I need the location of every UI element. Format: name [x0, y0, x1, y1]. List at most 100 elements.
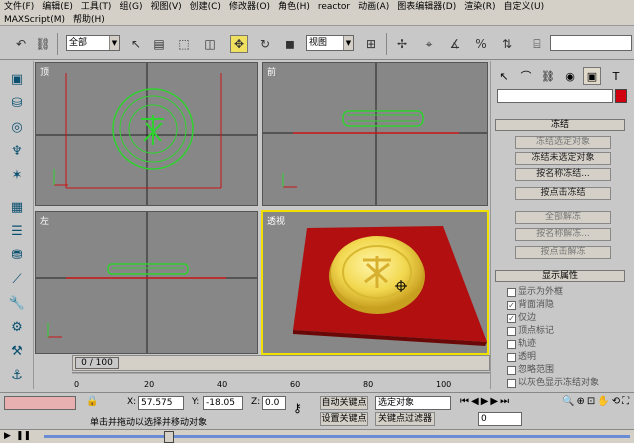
named-selection-field[interactable] — [550, 35, 632, 51]
rotate-icon[interactable]: ↻ — [256, 35, 274, 53]
wrench-icon[interactable]: 🔧 — [7, 293, 27, 313]
auto-key-button[interactable]: 自动关键点 — [320, 396, 368, 410]
pan-icon[interactable]: ✋ — [597, 396, 609, 426]
move-icon[interactable]: ✥ — [230, 35, 248, 53]
unfreeze-by-hit-button[interactable]: 按点击解冻 — [515, 246, 611, 259]
ignore-extents-check[interactable]: 忽略范围 — [507, 365, 554, 376]
play-small-icon[interactable]: ▶ — [4, 431, 11, 441]
menu-customize[interactable]: 自定义(U) — [502, 1, 551, 13]
unfreeze-all-button[interactable]: 全部解冻 — [515, 211, 611, 224]
zoom-icon[interactable]: 🔍 — [562, 396, 574, 426]
menu-rendering[interactable]: 渲染(R) — [462, 1, 501, 13]
display-tab-icon[interactable]: ▣ — [583, 67, 601, 85]
menu-edit[interactable]: 编辑(E) — [40, 1, 79, 13]
viewport-perspective[interactable]: 透视 — [261, 210, 489, 355]
maximize-viewport-icon[interactable]: ⛶ — [622, 396, 629, 426]
next-frame-icon[interactable]: ▶ — [490, 396, 498, 410]
viewport-left[interactable]: 左 — [35, 211, 258, 354]
select-manipulate-icon[interactable]: ✢ — [393, 35, 411, 53]
maxscript-listener-field[interactable] — [4, 396, 76, 410]
menu-modifiers[interactable]: 修改器(O) — [227, 1, 276, 13]
play-icon[interactable]: ▶ — [481, 396, 489, 410]
material-icon[interactable]: ▦ — [7, 197, 27, 217]
display-properties-rollout[interactable]: 显示属性 — [495, 270, 625, 282]
menu-tools[interactable]: 工具(T) — [79, 1, 118, 13]
see-through-check[interactable]: 透明 — [507, 352, 536, 363]
select-arrow-icon[interactable]: ↖ — [127, 35, 145, 53]
time-slider[interactable]: 0 / 100 — [72, 355, 490, 371]
rect-selection-icon[interactable]: ⬚ — [175, 35, 193, 53]
cylinder-icon[interactable]: ⛁ — [7, 93, 27, 113]
reference-coord-dropdown[interactable]: 视图 ▼ — [306, 35, 354, 51]
vertex-ticks-check[interactable]: 顶点标记 — [507, 326, 554, 337]
named-selection-icon[interactable]: ⌸ — [528, 35, 546, 53]
hammer-icon[interactable]: ⚒ — [7, 341, 27, 361]
lock-icon[interactable]: 🔒 — [86, 396, 98, 407]
set-key-button[interactable]: 设置关键点 — [320, 412, 368, 426]
key-filters-button[interactable]: 关键点过滤器 — [375, 412, 435, 426]
unfreeze-by-name-button[interactable]: 按名称解冻... — [515, 228, 611, 241]
box-icon[interactable]: ▣ — [7, 69, 27, 89]
sphere-icon[interactable]: ◎ — [7, 117, 27, 137]
layer-icon[interactable]: ☰ — [7, 221, 27, 241]
menu-group[interactable]: 组(G) — [117, 1, 148, 13]
snap-icon[interactable]: ⌖ — [420, 35, 438, 53]
viewport-top[interactable]: 顶 — [35, 62, 258, 206]
menu-reactor[interactable]: reactor — [316, 1, 356, 13]
menu-graph-editors[interactable]: 图表编辑器(D) — [395, 1, 462, 13]
percent-snap-icon[interactable]: % — [472, 35, 490, 53]
current-frame-field[interactable]: 0 — [478, 412, 522, 426]
light-icon[interactable]: ♆ — [7, 141, 27, 161]
star-icon[interactable]: ✶ — [7, 165, 27, 185]
track-bar[interactable]: 0 20 40 60 80 100 — [72, 372, 490, 392]
progress-thumb[interactable] — [164, 431, 174, 443]
spinner-snap-icon[interactable]: ⇅ — [498, 35, 516, 53]
modify-tab-icon[interactable]: ⌒ — [517, 67, 535, 85]
angle-snap-icon[interactable]: ∡ — [446, 35, 464, 53]
progress-track[interactable] — [44, 435, 630, 438]
previous-frame-icon[interactable]: ◀ — [471, 396, 479, 410]
hierarchy-tab-icon[interactable]: ⛓ — [539, 67, 557, 85]
scale-icon[interactable]: ◼ — [281, 35, 299, 53]
coord-x-field[interactable]: 57.575 — [138, 396, 184, 410]
orbit-icon[interactable]: ⟲ — [612, 396, 620, 426]
freeze-by-name-button[interactable]: 按名称冻结... — [515, 168, 611, 181]
go-to-end-icon[interactable]: ⏭ — [500, 396, 509, 410]
utilities-tab-icon[interactable]: T — [607, 67, 625, 85]
display-as-box-check[interactable]: 显示为外框 — [507, 287, 563, 298]
show-frozen-gray-check[interactable]: 以灰色显示冻结对象 — [507, 378, 599, 389]
create-tab-icon[interactable]: ↖ — [495, 67, 513, 85]
backface-cull-check[interactable]: ✓ 背面消隐 — [507, 300, 554, 311]
motion-tab-icon[interactable]: ◉ — [561, 67, 579, 85]
coord-y-field[interactable]: -18.05 — [203, 396, 243, 410]
object-name-field[interactable] — [497, 89, 613, 103]
freeze-rollout[interactable]: 冻结 — [495, 119, 625, 131]
freeze-unselected-button[interactable]: 冻结未选定对象 — [515, 152, 611, 165]
menu-character[interactable]: 角色(H) — [276, 1, 316, 13]
undo-icon[interactable]: ↶ — [12, 35, 30, 53]
stack-icon[interactable]: ⛃ — [7, 245, 27, 265]
go-to-start-icon[interactable]: ⏮ — [460, 396, 469, 410]
link-icon[interactable]: ⛓ — [34, 35, 52, 53]
menu-animation[interactable]: 动画(A) — [356, 1, 395, 13]
freeze-selected-button[interactable]: 冻结选定对象 — [515, 136, 611, 149]
key-icon[interactable]: ⚷ — [293, 401, 302, 415]
anchor-icon[interactable]: ⚓ — [7, 365, 27, 385]
select-by-name-icon[interactable]: ▤ — [150, 35, 168, 53]
object-color-swatch[interactable] — [615, 89, 627, 103]
pause-icon[interactable]: ❚❚ — [16, 431, 31, 441]
zoom-extents-icon[interactable]: ⊡ — [587, 396, 595, 426]
bone-icon[interactable]: ⟋ — [7, 269, 27, 289]
gear-icon[interactable]: ⚙ — [7, 317, 27, 337]
pivot-icon[interactable]: ⊞ — [362, 35, 380, 53]
selected-objects-dropdown[interactable]: 选定对象 — [375, 396, 451, 410]
menu-file[interactable]: 文件(F) — [2, 1, 40, 13]
menu-maxscript[interactable]: MAXScript(M) — [2, 14, 71, 26]
viewport-front[interactable]: 前 — [262, 62, 488, 206]
freeze-by-hit-button[interactable]: 按点击冻结 — [515, 187, 611, 200]
trajectory-check[interactable]: 轨迹 — [507, 339, 536, 350]
time-slider-thumb[interactable]: 0 / 100 — [75, 357, 119, 369]
menu-help[interactable]: 帮助(H) — [71, 14, 111, 26]
menu-create[interactable]: 创建(C) — [188, 1, 227, 13]
zoom-all-icon[interactable]: ⊕ — [576, 396, 584, 426]
